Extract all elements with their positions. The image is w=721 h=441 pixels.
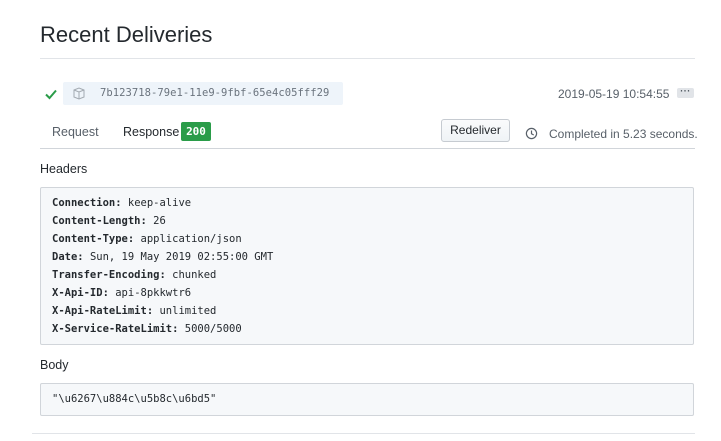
delivery-timestamp: 2019-05-19 10:54:55 — [558, 87, 670, 101]
package-icon — [73, 87, 85, 100]
header-value: chunked — [172, 269, 217, 281]
more-options-button[interactable]: ··· — [677, 87, 694, 98]
header-key: X-Api-ID: — [52, 287, 109, 299]
tab-response[interactable]: Response — [123, 125, 179, 139]
header-row: X-Api-ID: api-8pkkwtr6 — [52, 287, 191, 299]
page-title: Recent Deliveries — [40, 22, 213, 47]
headers-panel: Connection: keep-alive Content-Length: 2… — [40, 187, 694, 345]
clock-icon — [525, 127, 538, 140]
header-key: X-Service-RateLimit: — [52, 323, 179, 335]
header-row: Content-Length: 26 — [52, 215, 166, 227]
header-value: 26 — [153, 215, 166, 227]
check-icon — [45, 89, 57, 100]
tab-request[interactable]: Request — [52, 125, 99, 139]
header-key: Connection: — [52, 197, 122, 209]
header-row: X-Api-RateLimit: unlimited — [52, 305, 216, 317]
header-value: Sun, 19 May 2019 02:55:00 GMT — [89, 251, 274, 263]
header-value: unlimited — [159, 305, 217, 317]
header-key: Transfer-Encoding: — [52, 269, 166, 281]
delivery-guid: 7b123718-79e1-11e9-9fbf-65e4c05fff29 — [100, 87, 330, 99]
header-value: 5000/5000 — [184, 323, 242, 335]
header-value: application/json — [140, 233, 242, 245]
header-row: Connection: keep-alive — [52, 197, 191, 209]
header-value: api-8pkkwtr6 — [115, 287, 192, 299]
completion-time: Completed in 5.23 seconds. — [549, 127, 698, 141]
header-row: Date: Sun, 19 May 2019 02:55:00 GMT — [52, 251, 273, 263]
body-panel: "\u6267\u884c\u5b8c\u6bd5" — [40, 383, 694, 416]
tabs-divider — [40, 148, 695, 149]
delivery-guid-button[interactable]: 7b123718-79e1-11e9-9fbf-65e4c05fff29 — [63, 82, 343, 105]
header-value: keep-alive — [127, 197, 192, 209]
bottom-divider — [32, 433, 695, 434]
header-row: X-Service-RateLimit: 5000/5000 — [52, 323, 242, 335]
header-key: Date: — [52, 251, 84, 263]
headers-heading: Headers — [40, 162, 88, 176]
body-heading: Body — [40, 358, 69, 372]
title-divider — [40, 58, 695, 59]
header-row: Transfer-Encoding: chunked — [52, 269, 216, 281]
header-key: X-Api-RateLimit: — [52, 305, 154, 317]
redeliver-button[interactable]: Redeliver — [441, 119, 510, 142]
header-key: Content-Type: — [52, 233, 135, 245]
header-row: Content-Type: application/json — [52, 233, 242, 245]
status-badge: 200 — [181, 122, 211, 141]
header-key: Content-Length: — [52, 215, 147, 227]
body-content: "\u6267\u884c\u5b8c\u6bd5" — [52, 393, 217, 405]
